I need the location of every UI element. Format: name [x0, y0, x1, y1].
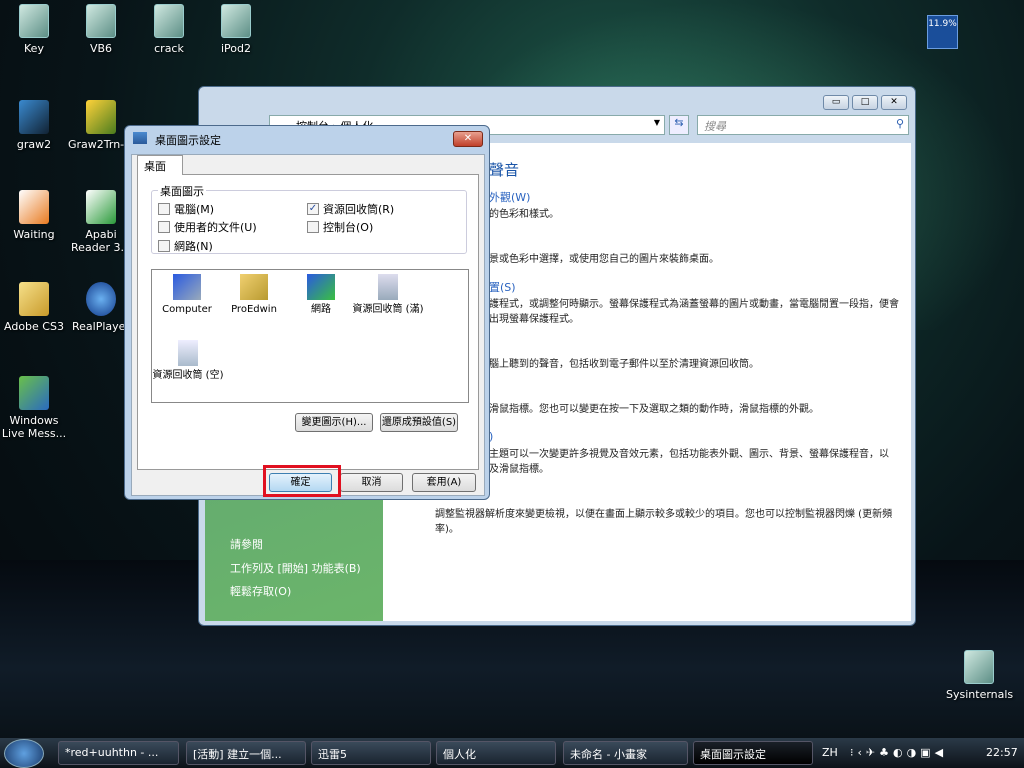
monitor-icon: [133, 132, 147, 144]
taskbar-item[interactable]: 迅雷5: [311, 741, 431, 765]
dialog-title: 桌面圖示設定: [155, 134, 221, 147]
checkbox-recycle-bin[interactable]: ✓ 資源回收筒(R): [307, 201, 394, 217]
link-screen-saver[interactable]: 置(S): [489, 279, 516, 295]
cancel-button[interactable]: 取消: [340, 473, 403, 492]
computer-icon: [173, 274, 201, 300]
apply-button[interactable]: 套用(A): [412, 473, 476, 492]
list-item[interactable]: 資源回收筒 (空): [152, 340, 224, 382]
app-icon: [19, 100, 49, 134]
desktop-icon-settings-dialog: 桌面圖示設定 ✕ 桌面圖示 電腦(M) ✓ 資源回收筒(R) 使用者的文件(U) …: [124, 125, 490, 500]
user-folder-icon: [240, 274, 268, 300]
page-heading: 聲音: [489, 161, 520, 179]
network-icon: [307, 274, 335, 300]
group-label: 桌面圖示: [158, 183, 206, 199]
clock[interactable]: 22:57: [986, 746, 1018, 759]
tab-panel-desktop: 桌面圖示 電腦(M) ✓ 資源回收筒(R) 使用者的文件(U) 控制台(O) 網路…: [137, 174, 479, 470]
item-description: 調整監視器解析度來變更檢視，以便在畫面上顯示較多或較少的項目。您也可以控制監視器…: [435, 509, 893, 535]
item-description: 的色彩和樣式。: [489, 209, 559, 220]
search-icon[interactable]: ⚲: [896, 117, 904, 130]
folder-icon: [19, 282, 49, 316]
list-item[interactable]: 資源回收筒 (滿): [352, 274, 424, 316]
maximize-button[interactable]: □: [852, 95, 878, 110]
item-description: 滑鼠指標。您也可以變更在按一下及選取之類的動作時，滑鼠指標的外觀。: [489, 404, 819, 415]
recycle-bin-empty-icon: [178, 340, 198, 366]
realplayer-icon: [86, 282, 116, 316]
folder-icon: [221, 4, 251, 38]
list-item[interactable]: 網路: [288, 274, 354, 316]
desktop-icon-adobe-cs3[interactable]: Adobe CS3: [1, 282, 67, 333]
language-indicator[interactable]: ZH: [822, 746, 838, 759]
cpu-meter-gadget: 11.9%: [927, 15, 958, 49]
folder-icon: [86, 4, 116, 38]
icon-list: Computer ProEdwin 網路 資源回收筒 (滿) 資源回收筒 (空): [151, 269, 469, 403]
link-ease-of-access[interactable]: 輕鬆存取(O): [230, 583, 291, 599]
desktop-icons-group: 桌面圖示 電腦(M) ✓ 資源回收筒(R) 使用者的文件(U) 控制台(O) 網路…: [151, 183, 467, 254]
chevron-down-icon[interactable]: ▼: [654, 118, 660, 127]
taskbar-item[interactable]: [活動] 建立一個...: [186, 741, 306, 765]
item-description: 景或色彩中選擇，或使用您自己的圖片來裝飾桌面。: [489, 254, 719, 265]
desktop-icon-vb6[interactable]: VB6: [68, 4, 134, 55]
checkbox-control-panel[interactable]: 控制台(O): [307, 219, 373, 235]
taskbar: *red+uuhthn - ... [活動] 建立一個... 迅雷5 個人化 未…: [0, 738, 1024, 768]
search-input[interactable]: 搜尋 ⚲: [697, 115, 909, 135]
recycle-bin-full-icon: [378, 274, 398, 300]
app-icon: [86, 190, 116, 224]
desktop-icon-waiting[interactable]: Waiting: [1, 190, 67, 241]
item-description: 護程式，或調整何時顯示。螢幕保護程式為涵蓋螢幕的圖片或動畫，當電腦閒置一段指，便…: [489, 299, 899, 325]
link-taskbar-start-menu[interactable]: 工作列及 [開始] 功能表(B): [230, 560, 361, 576]
taskbar-item[interactable]: *red+uuhthn - ...: [58, 741, 179, 765]
item-description: 主題可以一次變更許多視覺及音效元素，包括功能表外觀、圖示、背景、螢幕保護程音，以…: [489, 449, 889, 475]
ok-button-highlight: [263, 465, 341, 497]
list-item[interactable]: ProEdwin: [221, 274, 287, 316]
see-also-heading: 請參閱: [230, 538, 263, 551]
desktop-icon-windows-live-messenger[interactable]: Windows Live Mess...: [1, 376, 67, 440]
checkbox-user-files[interactable]: 使用者的文件(U): [158, 219, 257, 235]
link-window-color[interactable]: 外觀(W): [489, 189, 530, 205]
messenger-icon: [19, 376, 49, 410]
minimize-button[interactable]: ▭: [823, 95, 849, 110]
checkbox-network[interactable]: 網路(N): [158, 238, 213, 254]
desktop-icon-ipod2[interactable]: iPod2: [203, 4, 269, 55]
desktop-icon-crack[interactable]: crack: [136, 4, 202, 55]
checkbox-computer[interactable]: 電腦(M): [158, 201, 214, 217]
dialog-close-button[interactable]: ✕: [453, 131, 483, 147]
change-icon-button[interactable]: 變更圖示(H)...: [295, 413, 373, 432]
item-description: 腦上聽到的聲音，包括收到電子郵件以至於清理資源回收筒。: [489, 359, 759, 370]
desktop-icon-graw2[interactable]: graw2: [1, 100, 67, 151]
taskbar-item[interactable]: 個人化: [436, 741, 556, 765]
close-button[interactable]: ✕: [881, 95, 907, 110]
taskbar-item[interactable]: 未命名 - 小畫家: [563, 741, 688, 765]
restore-default-button[interactable]: 還原成預設值(S): [380, 413, 458, 432]
tab-desktop[interactable]: 桌面: [137, 155, 183, 175]
folder-icon: [154, 4, 184, 38]
desktop-icon-sysinternals[interactable]: Sysinternals: [946, 650, 1013, 701]
refresh-icon[interactable]: ⇆: [669, 115, 689, 135]
folder-icon: [19, 4, 49, 38]
desktop-icon-key[interactable]: Key: [1, 4, 67, 55]
app-icon: [86, 100, 116, 134]
firefox-shortcut-icon: [19, 190, 49, 224]
taskbar-item-active[interactable]: 桌面圖示設定: [693, 741, 813, 765]
folder-icon: [964, 650, 994, 684]
tray-icons[interactable]: ⁝‹✈♣◐◑▣◀: [850, 746, 947, 759]
start-button[interactable]: [4, 739, 44, 768]
list-item[interactable]: Computer: [154, 274, 220, 316]
